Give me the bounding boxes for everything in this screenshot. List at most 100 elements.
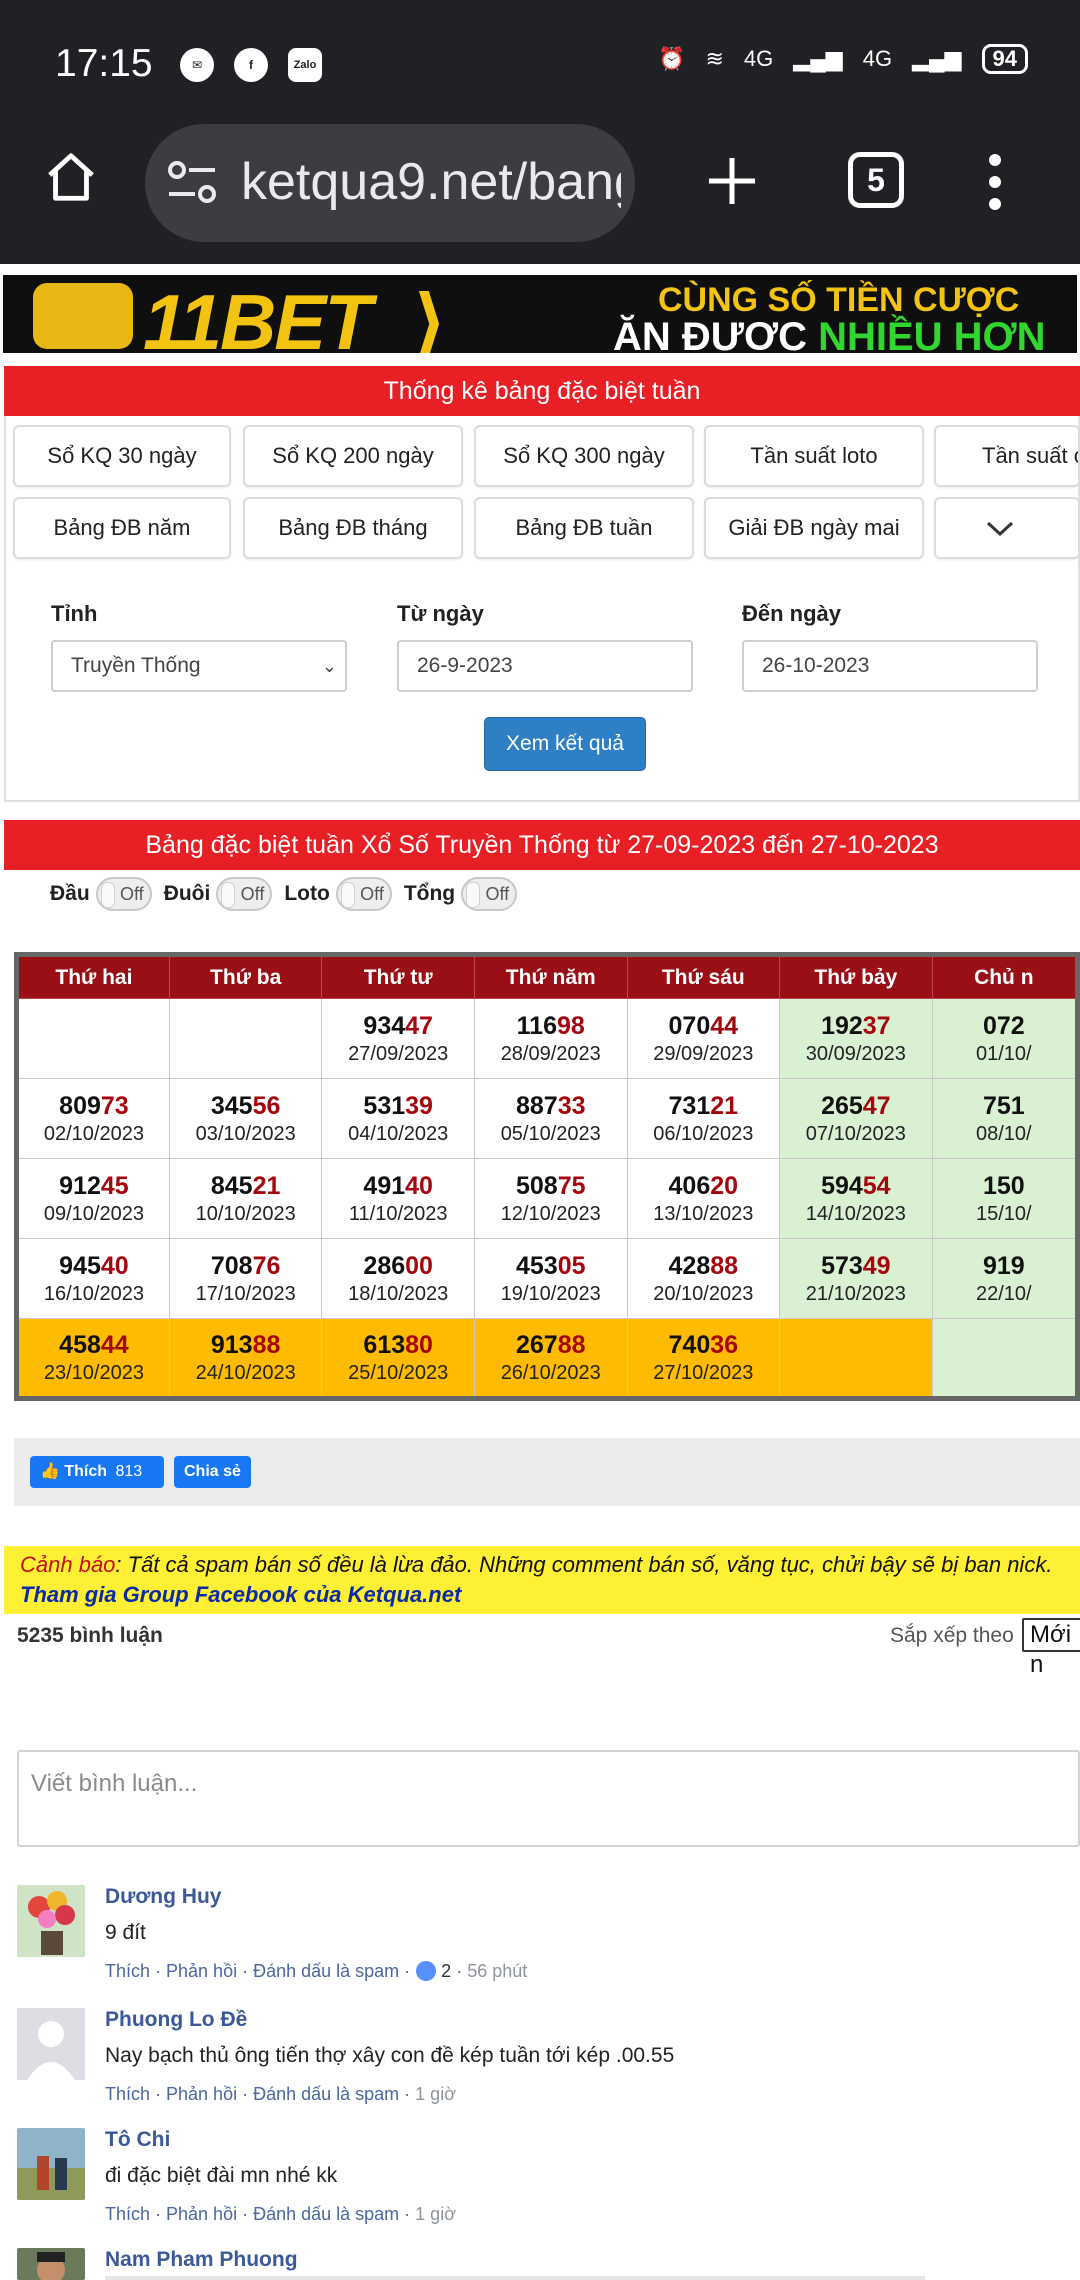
table-row: 94540 16/10/2023 70876 17/10/2023 28600 18/10… — [16, 1238, 1079, 1319]
draw-date: 23/10/2023 — [43, 1361, 144, 1384]
url-text: ketqua9.net/bang — [241, 153, 621, 211]
special-number: 49140 — [363, 1171, 433, 1200]
draw-date: 20/10/2023 — [653, 1282, 754, 1305]
expand-nav-button[interactable] — [934, 497, 1080, 559]
draw-date: 02/10/2023 — [43, 1122, 144, 1145]
home-icon[interactable] — [42, 148, 100, 206]
draw-date: 06/10/2023 — [653, 1122, 754, 1145]
comment-author[interactable]: Tô Chi — [105, 2128, 170, 2152]
day-header: Thứ hai — [16, 954, 170, 999]
comment-input[interactable]: Viết bình luận... — [17, 1750, 1080, 1847]
avatar[interactable] — [17, 2008, 85, 2080]
toggle-head[interactable]: Off — [95, 877, 152, 911]
draw-date: 19/10/2023 — [500, 1282, 601, 1305]
province-select[interactable]: Truyền Thống ⌄ — [51, 640, 347, 692]
special-number: 26788 — [515, 1330, 586, 1359]
comment-author[interactable]: Phuong Lo Đề — [105, 2008, 247, 2032]
toggle-loto[interactable]: Off — [335, 877, 392, 911]
draw-date: 22/10/ — [976, 1282, 1032, 1305]
day-header: Thứ sáu — [626, 954, 781, 999]
toggle-sum[interactable]: Off — [461, 877, 518, 911]
column-toggles: Đầu Off Đuôi Off Loto Off Tổng Off — [50, 877, 523, 911]
toggle-tail[interactable]: Off — [216, 877, 273, 911]
signal-icon: ▂▄▆ — [912, 46, 962, 71]
address-bar[interactable]: ketqua9.net/bang — [145, 124, 635, 242]
table-cell: 40620 13/10/2023 — [626, 1158, 781, 1239]
from-date-input[interactable]: 26-9-2023 — [397, 640, 693, 692]
special-number: 751 — [982, 1091, 1025, 1120]
draw-date: 14/10/2023 — [805, 1202, 906, 1225]
draw-date: 01/10/ — [976, 1042, 1032, 1065]
nav-button[interactable]: Bảng ĐB tháng — [243, 497, 463, 559]
special-number: 40620 — [668, 1171, 739, 1200]
nav-button[interactable]: Bảng ĐB năm — [13, 497, 231, 559]
comment-author[interactable]: Nam Pham Phuong — [105, 2248, 298, 2272]
ad-banner[interactable]: 11BET ⟩ CÙNG SỐ TIỀN CƯỢC ĂN ĐƯỢC NHIỀU … — [0, 272, 1080, 356]
draw-date: 26/10/2023 — [500, 1361, 601, 1384]
to-date-input[interactable]: 26-10-2023 — [742, 640, 1038, 692]
nav-button[interactable]: Giải ĐB ngày mai — [704, 497, 924, 559]
warning-prefix: Cảnh báo — [20, 1552, 116, 1577]
avatar[interactable] — [17, 2128, 85, 2200]
avatar[interactable] — [17, 2248, 85, 2280]
wifi-icon: ≋ — [705, 46, 724, 71]
network-label-2: 4G — [862, 46, 893, 71]
draw-date: 16/10/2023 — [43, 1282, 144, 1305]
nav-button[interactable]: Sổ KQ 300 ngày — [474, 425, 694, 487]
special-number: 07044 — [668, 1011, 739, 1040]
messenger-icon: ✉ — [180, 48, 214, 82]
table-cell: 26547 07/10/2023 — [779, 1078, 933, 1159]
draw-date: 04/10/2023 — [348, 1122, 449, 1145]
network-label-1: 4G — [743, 46, 774, 71]
ad-brand: 11BET — [143, 278, 372, 356]
facebook-share-button[interactable]: Chia sẻ — [174, 1456, 251, 1488]
comment-actions[interactable]: Thích · Phản hồi · Đánh dấu là spam · 1 … — [105, 2204, 456, 2225]
facebook-group-link[interactable]: Tham gia Group Facebook của Ketqua.net — [20, 1580, 1064, 1610]
more-options-icon[interactable] — [985, 152, 1005, 212]
nav-button[interactable]: Sổ KQ 200 ngày — [243, 425, 463, 487]
toggle-label: Đuôi — [163, 882, 211, 905]
draw-date: 27/09/2023 — [348, 1042, 449, 1065]
special-number: 91245 — [59, 1171, 129, 1200]
comment-text: đi đặc biệt đài mn nhé kk — [105, 2164, 338, 2187]
special-number: 19237 — [821, 1011, 891, 1040]
comment-actions[interactable]: Thích · Phản hồi · Đánh dấu là spam · 2 … — [105, 1961, 527, 1982]
draw-date: 30/09/2023 — [805, 1042, 906, 1065]
table-cell: 072 01/10/ — [931, 998, 1079, 1079]
comment-item: Tô Chi đi đặc biệt đài mn nhé kk Thích ·… — [17, 2128, 1080, 2228]
zalo-icon: Zalo — [288, 48, 322, 82]
table-cell: 28600 18/10/2023 — [321, 1238, 475, 1319]
tab-switcher-button[interactable]: 5 — [848, 152, 904, 208]
facebook-icon: f — [234, 48, 268, 82]
chevron-down-icon — [986, 521, 1014, 537]
special-number: 45844 — [59, 1330, 129, 1359]
comment-actions[interactable]: Thích · Phản hồi · Đánh dấu là spam · 1 … — [105, 2084, 456, 2105]
sort-select[interactable]: Mới n — [1022, 1618, 1080, 1678]
draw-date: 08/10/ — [976, 1122, 1032, 1145]
site-settings-icon[interactable] — [165, 160, 219, 206]
page-title: Thống kê bảng đặc biệt tuần — [4, 366, 1080, 416]
nav-button[interactable]: Tần suất c — [934, 425, 1080, 487]
table-cell — [168, 998, 323, 1079]
nav-button[interactable]: Tần suất loto — [704, 425, 924, 487]
comment-author[interactable]: Dương Huy — [105, 1885, 221, 1909]
table-cell: 57349 21/10/2023 — [779, 1238, 933, 1319]
toggle-label: Loto — [284, 882, 330, 905]
nav-button[interactable]: Sổ KQ 30 ngày — [13, 425, 231, 487]
draw-date: 15/10/ — [976, 1202, 1032, 1225]
table-cell — [931, 1318, 1079, 1399]
to-date-label: Đến ngày — [742, 601, 842, 626]
new-tab-icon[interactable] — [705, 154, 759, 208]
facebook-like-button[interactable]: 👍 Thích 813 — [30, 1456, 164, 1488]
draw-date: 07/10/2023 — [805, 1122, 906, 1145]
view-results-button[interactable]: Xem kết quả — [484, 717, 646, 771]
table-cell: 80973 02/10/2023 — [16, 1078, 170, 1159]
avatar[interactable] — [17, 1885, 85, 1957]
special-number: 84521 — [210, 1171, 281, 1200]
day-header: Chủ n — [931, 954, 1079, 999]
table-row: 80973 02/10/2023 34556 03/10/2023 53139 04/10… — [16, 1078, 1079, 1159]
nav-button[interactable]: Bảng ĐB tuần — [474, 497, 694, 559]
table-cell — [16, 998, 170, 1079]
table-cell: 45844 23/10/2023 — [16, 1318, 170, 1399]
table-cell: 919 22/10/ — [931, 1238, 1079, 1319]
